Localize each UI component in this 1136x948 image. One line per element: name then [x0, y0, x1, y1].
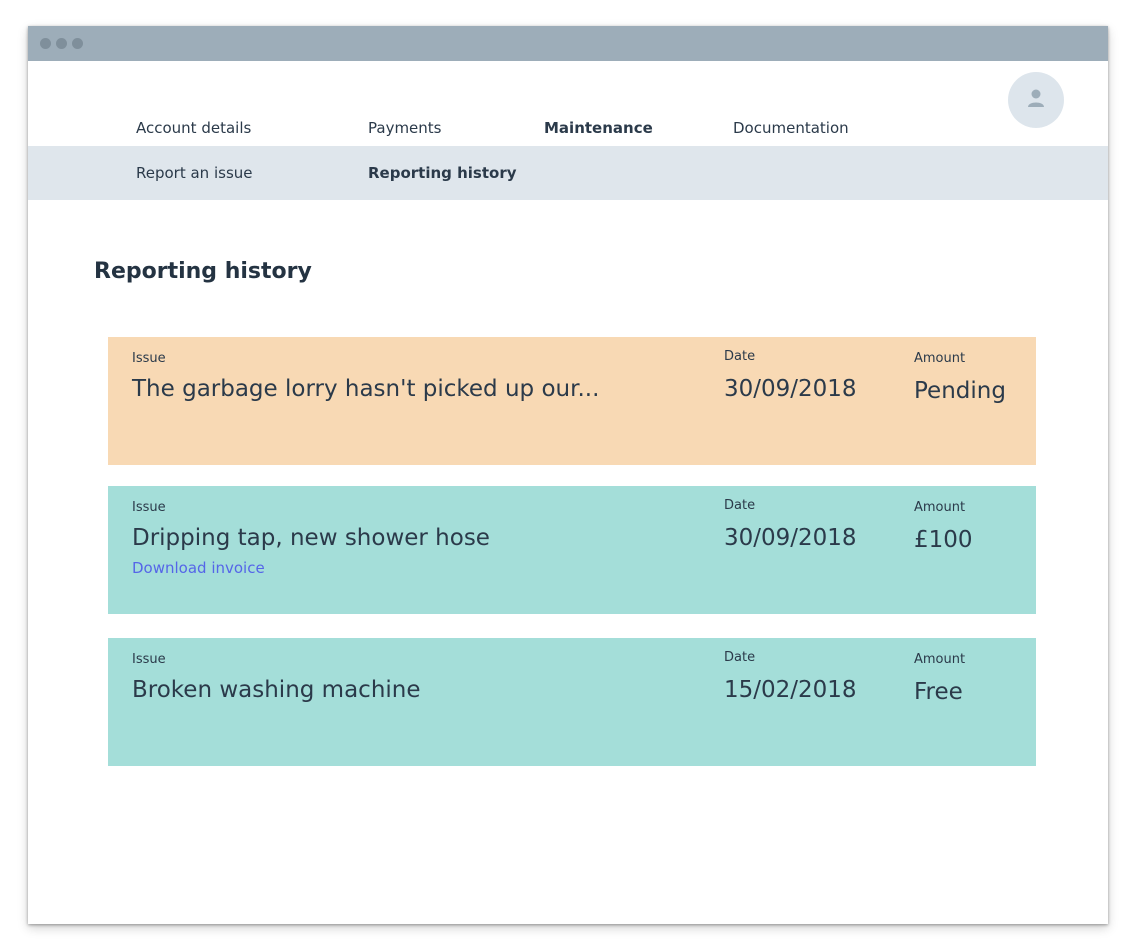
nav-item-maintenance[interactable]: Maintenance — [544, 118, 653, 138]
subnav-item-report-issue[interactable]: Report an issue — [136, 163, 253, 183]
issue-text: Dripping tap, new shower hose — [132, 525, 490, 551]
window-titlebar — [28, 26, 1108, 61]
date-value: 30/09/2018 — [724, 525, 857, 551]
nav-item-payments[interactable]: Payments — [368, 118, 441, 138]
nav-item-account-details[interactable]: Account details — [136, 118, 251, 138]
date-label: Date — [724, 650, 756, 665]
report-card[interactable]: Issue Broken washing machine Date 15/02/… — [108, 638, 1036, 766]
subnav-item-reporting-history[interactable]: Reporting history — [368, 163, 517, 183]
amount-label: Amount — [914, 351, 966, 366]
report-card[interactable]: Issue The garbage lorry hasn't picked up… — [108, 337, 1036, 465]
report-card[interactable]: Issue Dripping tap, new shower hose Down… — [108, 486, 1036, 614]
amount-value: Free — [914, 679, 963, 705]
nav-item-documentation[interactable]: Documentation — [733, 118, 849, 138]
date-value: 15/02/2018 — [724, 677, 857, 703]
date-label: Date — [724, 349, 756, 364]
issue-label: Issue — [132, 500, 166, 515]
amount-value: £100 — [914, 527, 973, 553]
avatar[interactable] — [1008, 72, 1064, 128]
issue-label: Issue — [132, 652, 166, 667]
user-icon — [1028, 89, 1044, 107]
issue-text: Broken washing machine — [132, 677, 421, 703]
issue-text: The garbage lorry hasn't picked up our..… — [132, 376, 600, 402]
issue-label: Issue — [132, 351, 166, 366]
download-invoice-link[interactable]: Download invoice — [132, 558, 265, 578]
amount-value: Pending — [914, 378, 1006, 404]
window-maximize-dot[interactable] — [72, 38, 83, 49]
window-close-dot[interactable] — [40, 38, 51, 49]
date-value: 30/09/2018 — [724, 376, 857, 402]
browser-window: Account details Payments Maintenance Doc… — [28, 26, 1108, 924]
sub-nav: Report an issue Reporting history — [28, 146, 1108, 200]
amount-label: Amount — [914, 500, 966, 515]
amount-label: Amount — [914, 652, 966, 667]
date-label: Date — [724, 498, 756, 513]
window-minimize-dot[interactable] — [56, 38, 67, 49]
page-title: Reporting history — [94, 259, 312, 284]
